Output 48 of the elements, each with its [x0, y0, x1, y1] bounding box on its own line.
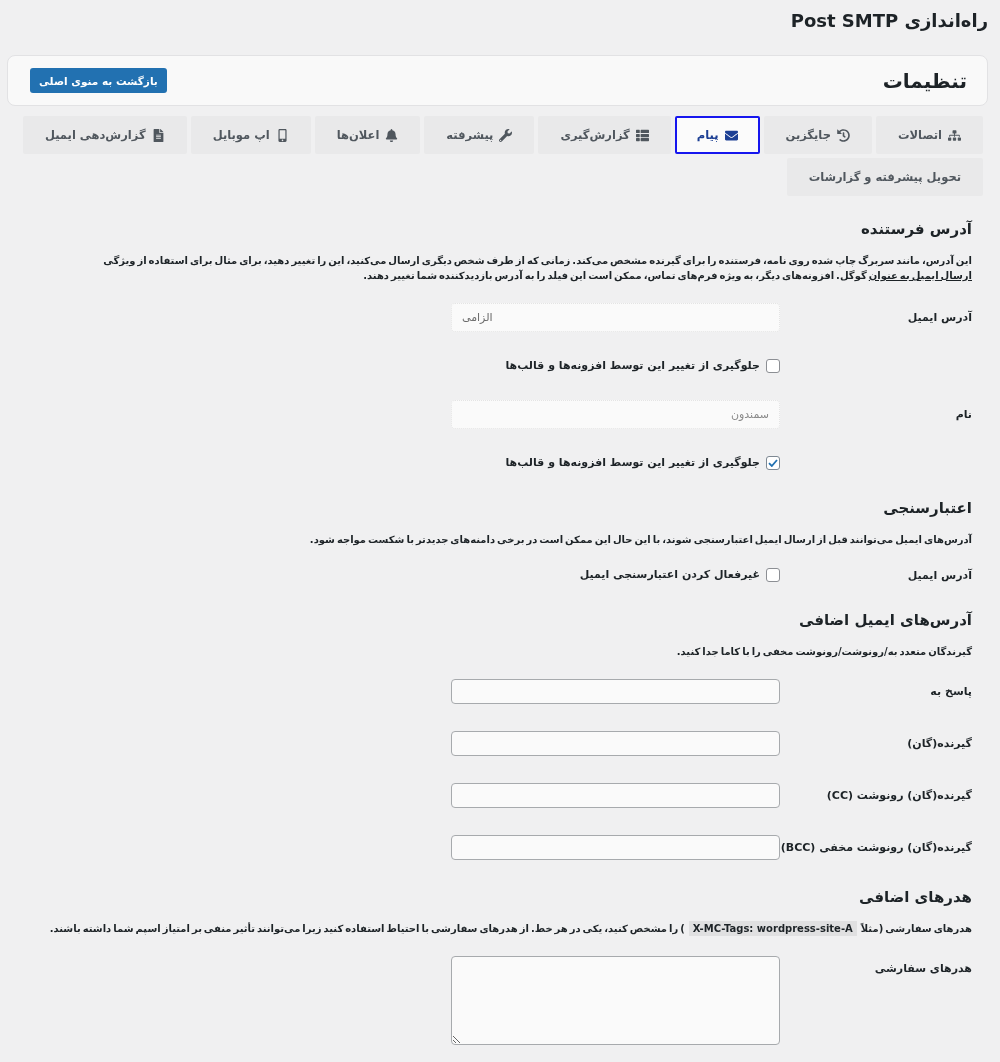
- tab[interactable]: پیشرفته: [424, 116, 535, 154]
- checkbox-label: جلوگیری از تغییر این توسط افزونه‌ها و قالب‌ها: [505, 358, 760, 374]
- input-field[interactable]: [451, 679, 780, 704]
- section-description: آدرس‌های ایمیل می‌توانند قبل از ارسال ایمیل اعتبارسنجی شوند، با این حال این ممکن است در برخی دامنه‌های جدیدتر با شکست مواجه شود.: [308, 532, 972, 547]
- field-label: آدرس ایمیل: [907, 311, 972, 324]
- tab[interactable]: جایگزین: [763, 116, 872, 154]
- checkbox[interactable]: [766, 568, 780, 582]
- tab[interactable]: اعلان‌ها: [314, 116, 421, 154]
- history-icon: [836, 128, 850, 142]
- inline-link[interactable]: ارسال ایمیل به عنوان: [868, 270, 972, 281]
- sitemap-icon: [948, 128, 961, 142]
- bell-icon: [385, 128, 399, 142]
- checkbox-label: جلوگیری از تغییر این توسط افزونه‌ها و قالب‌ها: [505, 455, 760, 471]
- section-heading: اعتبارسنجی: [882, 498, 972, 518]
- tab[interactable]: پیام: [674, 116, 760, 154]
- checkbox-label: غیرفعال کردن اعتبارسنجی ایمیل: [579, 567, 760, 583]
- text-area-field[interactable]: [451, 956, 780, 1045]
- mobile-phone-icon: [275, 128, 289, 142]
- section-description: گیرندگان متعدد به/رونوشت/رونوشت مخفی را با کاما جدا کنید.: [675, 645, 972, 659]
- input-field[interactable]: [451, 783, 780, 808]
- input-field[interactable]: [451, 835, 780, 860]
- tab[interactable]: اتصالات: [875, 116, 983, 154]
- card-title: تنظیمات: [882, 68, 967, 93]
- field-label: گیرنده(گان): [907, 737, 972, 750]
- tab[interactable]: گزارش‌دهی ایمیل: [22, 116, 187, 154]
- tab[interactable]: گزارش‌گیری: [538, 116, 671, 154]
- envelope-icon: [724, 128, 738, 142]
- field-label: پاسخ به: [930, 685, 972, 698]
- section-description: این آدرس، مانند سربرگ چاپ شده روی نامه، فرستنده را برای گیرنده مشخص می‌کند. زمانی که از طرف شخص دیگری ارسال می‌کنید، این را تغییر دهید، برای مثال برای استفاده از ویژگی ارسال ایمیل به عنوان گوگل. افزونه‌های دیگر، به ویژه فرم‌های تماس، ممکن است این فیلد را به آدرس بازدیدکننده شما تغییر دهند.: [102, 253, 972, 283]
- document-icon: [151, 128, 165, 142]
- tab[interactable]: اپ موبایل: [190, 116, 311, 154]
- checkmark-icon: [768, 459, 778, 467]
- page-title: راه‌اندازی Post SMTP: [790, 9, 988, 33]
- checkbox[interactable]: [766, 359, 780, 373]
- field-label: هدرهای سفارشی: [874, 961, 972, 975]
- section-heading: آدرس فرستنده: [859, 219, 972, 239]
- field-label: نام: [955, 408, 972, 421]
- table-icon: [635, 128, 649, 142]
- section-heading: هدرهای اضافی: [858, 887, 972, 907]
- section-heading: آدرس‌های ایمیل اضافی: [798, 610, 972, 630]
- input-field[interactable]: [451, 731, 780, 756]
- back-button[interactable]: بازگشت به منوی اصلی: [30, 68, 167, 93]
- checkbox[interactable]: [766, 456, 780, 470]
- wrench-icon: [499, 128, 513, 142]
- field-label: گیرنده(گان) رونوشت مخفی (BCC): [780, 841, 972, 854]
- tab[interactable]: تحویل پیشرفته و گزارشات: [786, 158, 983, 196]
- field-label: آدرس ایمیل: [907, 568, 972, 582]
- field-label: گیرنده(گان) رونوشت (CC): [826, 789, 972, 802]
